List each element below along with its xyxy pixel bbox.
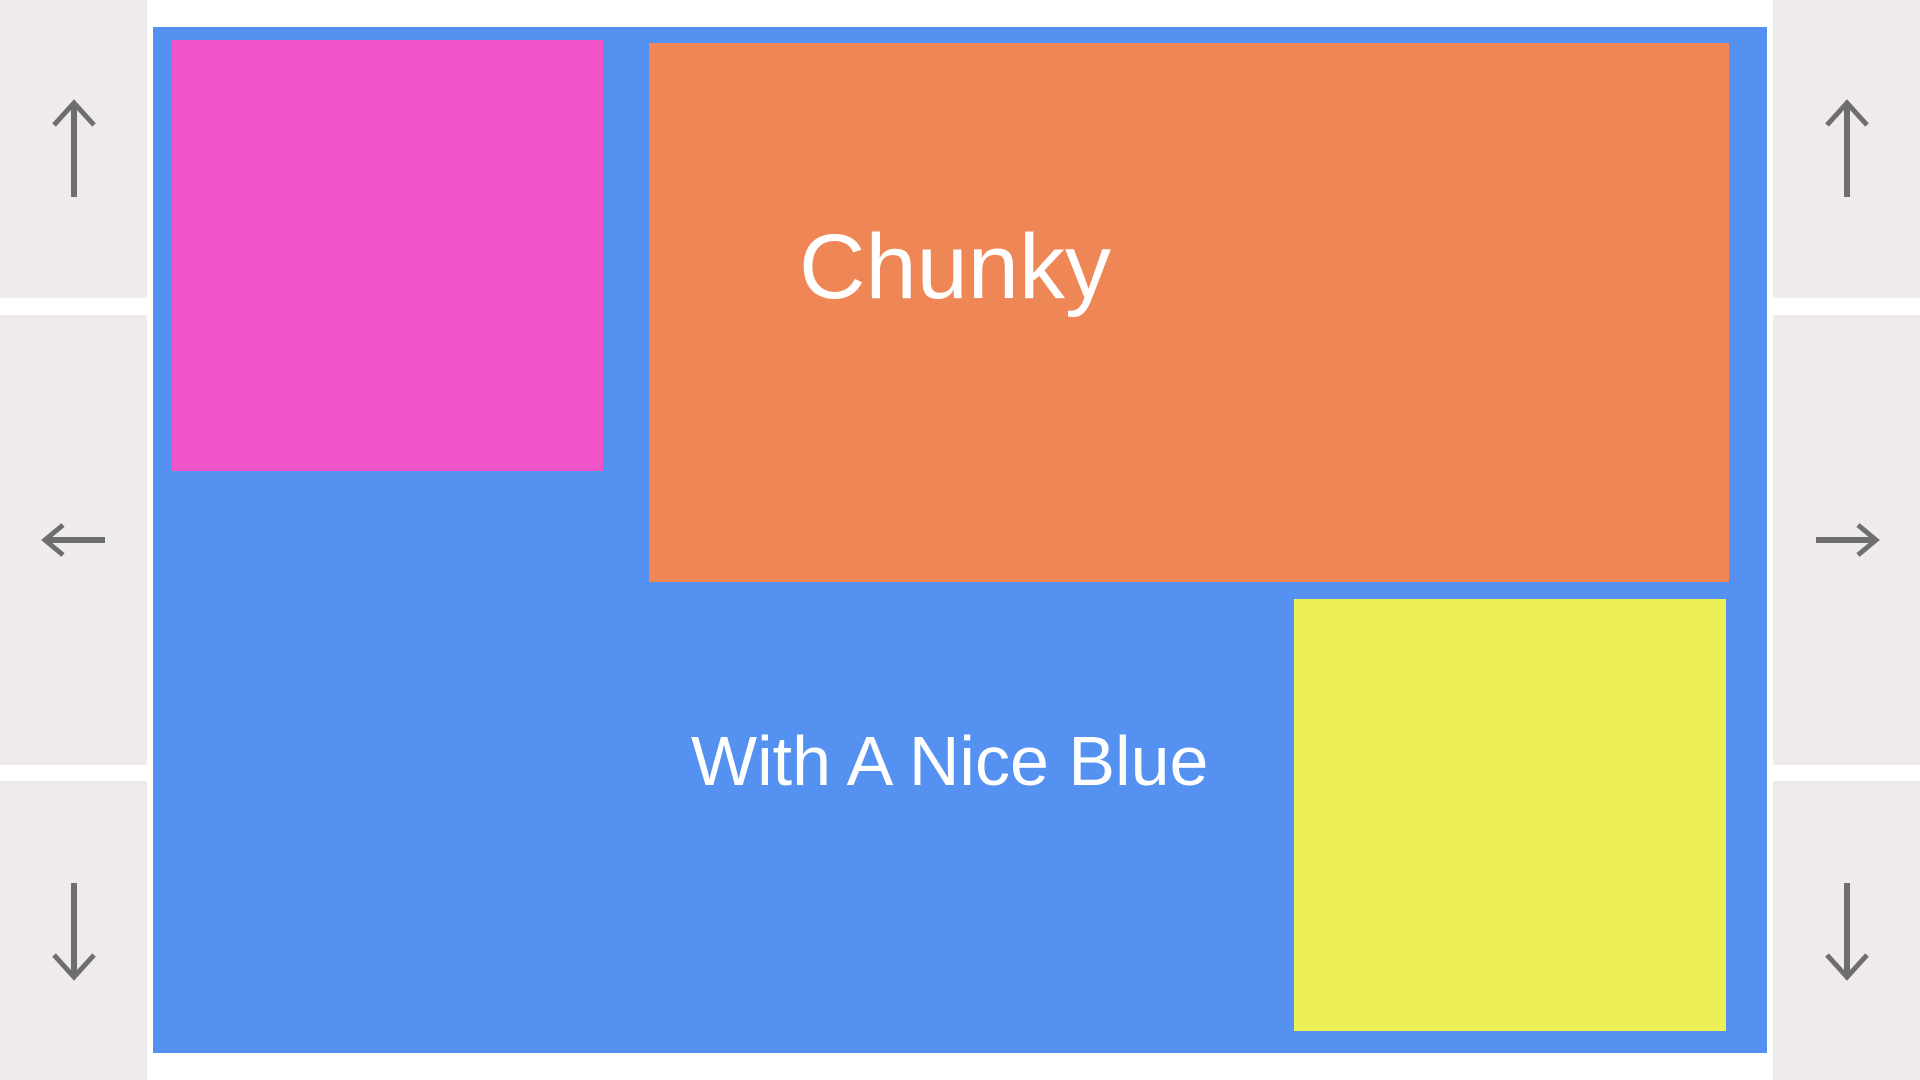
left-nav-up-button[interactable] — [0, 0, 147, 298]
right-nav-down-button[interactable] — [1773, 781, 1920, 1080]
chunky-heading: Chunky — [799, 216, 1111, 318]
main-canvas: Chunky With A Nice Blue — [153, 27, 1767, 1053]
left-nav-left-button[interactable] — [0, 315, 147, 765]
right-nav-up-button[interactable] — [1773, 0, 1920, 298]
nice-blue-subheading: With A Nice Blue — [691, 722, 1209, 800]
arrow-down-icon — [51, 882, 96, 981]
pink-block — [172, 40, 603, 471]
left-nav-down-button[interactable] — [0, 781, 147, 1080]
arrow-up-icon — [51, 99, 96, 197]
yellow-block — [1294, 599, 1726, 1031]
right-nav-strip — [1773, 0, 1920, 1080]
right-nav-right-button[interactable] — [1773, 315, 1920, 765]
orange-block: Chunky — [649, 43, 1729, 582]
arrow-down-icon — [1824, 882, 1869, 981]
arrow-right-icon — [1815, 523, 1880, 557]
left-nav-strip — [0, 0, 147, 1080]
arrow-left-icon — [40, 523, 105, 557]
page: Chunky With A Nice Blue — [0, 0, 1920, 1080]
arrow-up-icon — [1824, 99, 1869, 197]
